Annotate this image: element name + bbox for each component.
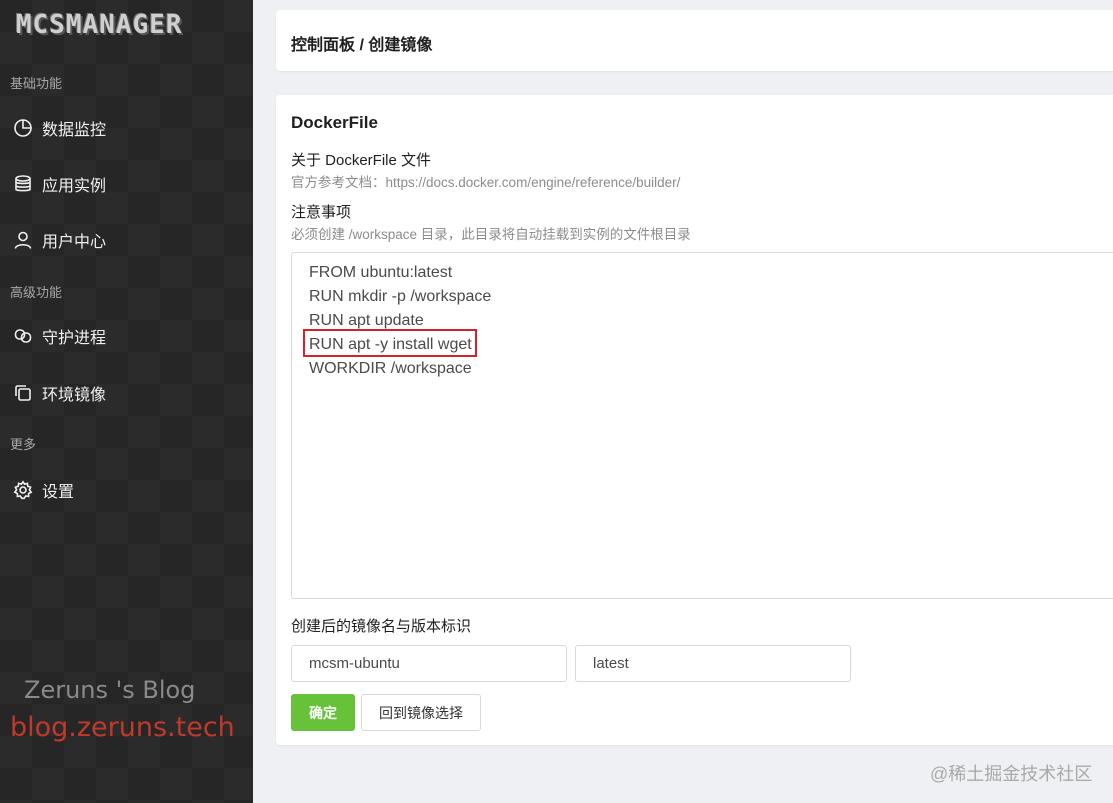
sidebar-item-daemon[interactable]: 守护进程	[0, 314, 253, 358]
site-watermark: @稀土掘金技术社区	[930, 764, 1093, 784]
dockerfile-editor[interactable]: FROM ubuntu:latest RUN mkdir -p /workspa…	[291, 252, 1113, 599]
database-icon	[12, 173, 34, 195]
card-title: DockerFile	[291, 113, 378, 132]
gear-icon	[12, 479, 34, 501]
sidebar-item-label: 设置	[42, 484, 75, 501]
copy-icon	[12, 382, 34, 404]
confirm-button[interactable]: 确定	[291, 694, 355, 731]
sidebar-item-env-images[interactable]: 环境镜像	[0, 371, 253, 415]
app-logo[interactable]: MCSMANAGER	[16, 10, 183, 40]
link-icon	[12, 325, 34, 347]
blog-watermark-link: blog.zeruns.tech	[10, 712, 235, 743]
notice-desc: 必须创建 /workspace 目录，此目录将自动挂载到实例的文件根目录	[291, 227, 691, 242]
back-to-image-select-button[interactable]: 回到镜像选择	[361, 694, 481, 731]
section-label-basic: 基础功能	[10, 76, 63, 91]
header-card: 控制面板 / 创建镜像	[276, 10, 1113, 71]
sidebar-item-instances[interactable]: 应用实例	[0, 162, 253, 206]
blog-watermark-title: Zeruns 's Blog	[24, 676, 196, 704]
sidebar-item-label: 应用实例	[42, 178, 107, 195]
code-line: FROM ubuntu:latest	[309, 264, 453, 281]
sidebar-item-label: 环境镜像	[42, 387, 107, 404]
section-label-more: 更多	[10, 437, 37, 452]
pie-chart-icon	[12, 117, 34, 139]
code-line: WORKDIR /workspace	[309, 360, 472, 377]
about-dockerfile-title: 关于 DockerFile 文件	[291, 152, 432, 169]
image-name-input[interactable]	[291, 645, 567, 682]
about-dockerfile-desc: 官方参考文档：https://docs.docker.com/engine/re…	[291, 175, 681, 190]
notice-title: 注意事项	[291, 204, 352, 221]
sidebar-item-label: 用户中心	[42, 234, 107, 251]
user-icon	[12, 229, 34, 251]
annotation-highlight-box	[303, 329, 477, 357]
sidebar-item-label: 守护进程	[42, 330, 107, 347]
code-line: RUN mkdir -p /workspace	[309, 288, 492, 305]
sidebar-item-data-monitor[interactable]: 数据监控	[0, 106, 253, 150]
image-version-input[interactable]	[575, 645, 851, 682]
sidebar-item-settings[interactable]: 设置	[0, 468, 253, 512]
section-label-advanced: 高级功能	[10, 285, 63, 300]
breadcrumb: 控制面板 / 创建镜像	[291, 37, 433, 54]
app-root: MCSMANAGER 基础功能 数据监控 应用实例 用户中心 高级功能 守护进程…	[0, 0, 1113, 803]
sidebar: MCSMANAGER 基础功能 数据监控 应用实例 用户中心 高级功能 守护进程…	[0, 0, 253, 803]
dockerfile-card: DockerFile 关于 DockerFile 文件 官方参考文档：https…	[276, 95, 1113, 745]
sidebar-item-user-center[interactable]: 用户中心	[0, 218, 253, 262]
image-name-label: 创建后的镜像名与版本标识	[291, 618, 472, 635]
sidebar-item-label: 数据监控	[42, 122, 107, 139]
